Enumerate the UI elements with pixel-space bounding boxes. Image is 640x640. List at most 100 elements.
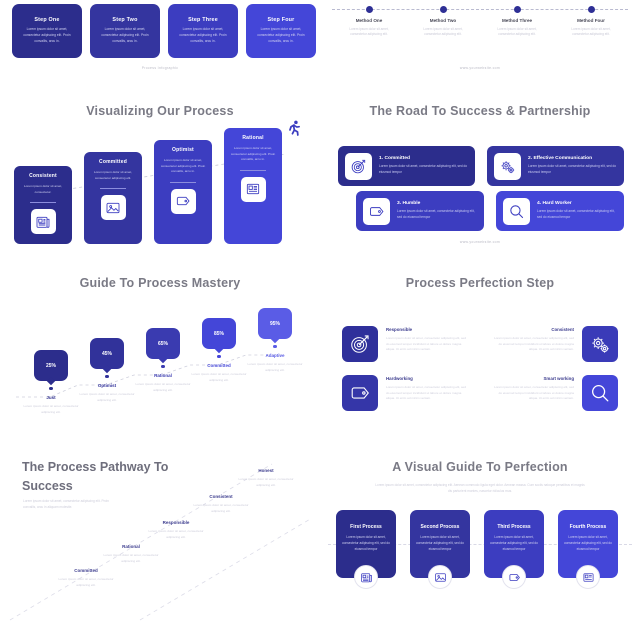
step-card-body: Lorem ipsum dolor sit amet, consectetur … <box>257 27 305 43</box>
tag-icon <box>170 188 196 214</box>
divider <box>30 202 56 204</box>
method-item[interactable]: Method One Lorem ipsum dolor sit amet, c… <box>332 0 406 38</box>
visualizing-card[interactable]: Rational Lorem ipsum dolor sit amet, con… <box>224 128 282 244</box>
pathway-node[interactable]: Honest Lorem ipsum dolor sit amet, conse… <box>236 468 296 489</box>
panel-title: The Road To Success & Partnership <box>369 104 591 118</box>
article-icon <box>240 176 266 202</box>
process-card-title: Fourth Process <box>569 524 607 530</box>
image-icon <box>428 565 452 589</box>
percent-bubble: 45% <box>90 338 124 369</box>
percent-node-body: Lorem ipsum dolor sit amet, consectetur … <box>135 382 191 393</box>
process-card-wrap: Third Process Lorem ipsum dolor sit amet… <box>484 510 544 589</box>
panel-visual-guide: A Visual Guide To Perfection Lorem ipsum… <box>320 440 640 640</box>
step-card[interactable]: Step Four Lorem ipsum dolor sit amet, co… <box>246 4 316 58</box>
panel-step-cards: Step One Lorem ipsum dolor sit amet, con… <box>0 0 320 90</box>
panel-title: The Process Pathway To Success <box>22 460 169 493</box>
percent-node[interactable]: 95% Adaptive Lorem ipsum dolor sit amet,… <box>246 308 304 374</box>
percent-node-body: Lorem ipsum dolor sit amet, consectetur … <box>247 362 303 373</box>
road-card-title: 3. Humble <box>397 201 421 207</box>
road-card[interactable]: 3. Humble Lorem ipsum dolor sit amet, co… <box>356 191 484 231</box>
road-card[interactable]: 4. Hard Worker Lorem ipsum dolor sit ame… <box>496 191 624 231</box>
process-card-body: Lorem ipsum dolor sit amet, consectetur … <box>564 535 612 551</box>
percent-node-body: Lorem ipsum dolor sit amet, consectetur … <box>23 404 79 415</box>
panel-title: Process Perfection Step <box>405 276 555 290</box>
visualizing-card[interactable]: Optimist Lorem ipsum dolor sit amet, con… <box>154 140 212 244</box>
percent-value: 65% <box>157 340 168 347</box>
perfection-item[interactable]: Consistent Lorem ipsum dolor sit amet, c… <box>490 326 618 362</box>
process-card-title: First Process <box>350 524 382 530</box>
process-card-body: Lorem ipsum dolor sit amet, consectetur … <box>342 535 390 551</box>
search-icon <box>503 197 530 225</box>
pathway-node-title: Responsible <box>162 520 190 525</box>
road-card-text: 4. Hard Worker Lorem ipsum dolor sit ame… <box>537 201 617 221</box>
percent-value: 85% <box>213 330 224 337</box>
percent-node-title: Optimist <box>97 383 117 389</box>
node-pin-icon <box>105 375 109 379</box>
method-title: Method Two <box>429 17 457 23</box>
percent-node[interactable]: 65% Rational Lorem ipsum dolor sit amet,… <box>134 328 192 394</box>
step-card-body: Lorem ipsum dolor sit amet, consectetur … <box>23 27 71 43</box>
visualizing-card[interactable]: Consistent Lorem ipsum dolor sit amet, c… <box>14 166 72 244</box>
road-card[interactable]: 1. Committed Lorem ipsum dolor sit amet,… <box>338 146 475 186</box>
pathway-node-title: Committed <box>74 568 98 573</box>
timeline-dot-icon <box>439 5 447 13</box>
pathway-node-body: Lorem ipsum dolor sit amet, consectetur … <box>238 477 294 487</box>
runner-icon <box>289 120 300 136</box>
process-card-body: Lorem ipsum dolor sit amet, consectetur … <box>490 535 538 551</box>
visualizing-card-body: Lorem ipsum dolor sit amet, consectetur … <box>230 146 276 162</box>
timeline-dot-icon <box>587 5 595 13</box>
pathway-node[interactable]: Committed Lorem ipsum dolor sit amet, co… <box>56 568 116 589</box>
pathway-node[interactable]: Rational Lorem ipsum dolor sit amet, con… <box>101 544 161 565</box>
perfection-item[interactable]: Responsible Lorem ipsum dolor sit amet, … <box>342 326 470 362</box>
step-card[interactable]: Step One Lorem ipsum dolor sit amet, con… <box>12 4 82 58</box>
process-card-title: Third Process <box>497 524 531 530</box>
road-card[interactable]: 2. Effective Communication Lorem ipsum d… <box>487 146 624 186</box>
percent-node[interactable]: 85% Committed Lorem ipsum dolor sit amet… <box>190 318 248 384</box>
visualizing-card-body: Lorem ipsum dolor sit amet, consectetur … <box>160 158 206 174</box>
pathway-node[interactable]: Responsible Lorem ipsum dolor sit amet, … <box>146 520 206 541</box>
method-list: Method One Lorem ipsum dolor sit amet, c… <box>332 0 628 38</box>
perfection-body: Lorem ipsum dolor sit amet, consectetur … <box>386 336 466 352</box>
perfection-item[interactable]: Hardworking Lorem ipsum dolor sit amet, … <box>342 375 470 411</box>
panel-title: Guide To Process Mastery <box>79 276 241 290</box>
step-card[interactable]: Step Three Lorem ipsum dolor sit amet, c… <box>168 4 238 58</box>
pathway-node-body: Lorem ipsum dolor sit amet, consectetur … <box>58 577 114 587</box>
perfection-body: Lorem ipsum dolor sit amet, consectetur … <box>494 336 574 352</box>
target-icon <box>345 152 372 180</box>
step-card-body: Lorem ipsum dolor sit amet, consectetur … <box>101 27 149 43</box>
percent-node[interactable]: 45% Optimist Lorem ipsum dolor sit amet,… <box>78 338 136 404</box>
road-card-body: Lorem ipsum dolor sit amet, consectetur … <box>397 209 475 219</box>
percent-node[interactable]: 25% Just Lorem ipsum dolor sit amet, con… <box>22 350 80 416</box>
step-card-title: Step Two <box>112 17 138 24</box>
tag-icon <box>363 197 390 225</box>
pathway-node[interactable]: Consistent Lorem ipsum dolor sit amet, c… <box>191 494 251 515</box>
target-icon <box>342 326 378 362</box>
perfection-item[interactable]: Smart working Lorem ipsum dolor sit amet… <box>490 375 618 411</box>
visualizing-card-title: Committed <box>99 159 127 165</box>
visualizing-card[interactable]: Committed Lorem ipsum dolor sit amet, co… <box>84 152 142 244</box>
method-item[interactable]: Method Three Lorem ipsum dolor sit amet,… <box>480 0 554 38</box>
percent-bubble: 85% <box>202 318 236 349</box>
road-card-text: 3. Humble Lorem ipsum dolor sit amet, co… <box>397 201 477 221</box>
percent-node-body: Lorem ipsum dolor sit amet, consectetur … <box>79 392 135 403</box>
newspaper-icon <box>354 565 378 589</box>
method-item[interactable]: Method Four Lorem ipsum dolor sit amet, … <box>554 0 628 38</box>
percent-node-stage: 25% Just Lorem ipsum dolor sit amet, con… <box>10 308 310 432</box>
step-card-list: Step One Lorem ipsum dolor sit amet, con… <box>12 4 316 58</box>
process-card-wrap: First Process Lorem ipsum dolor sit amet… <box>336 510 396 589</box>
method-item[interactable]: Method Two Lorem ipsum dolor sit amet, c… <box>406 0 480 38</box>
pathway-node-body: Lorem ipsum dolor sit amet, consectetur … <box>193 503 249 513</box>
perfection-text: Hardworking Lorem ipsum dolor sit amet, … <box>386 375 470 402</box>
step-card-title: Step One <box>34 17 60 24</box>
road-card-body: Lorem ipsum dolor sit amet, consectetur … <box>537 209 615 219</box>
perfection-row: Responsible Lorem ipsum dolor sit amet, … <box>342 326 618 362</box>
visualizing-card-body: Lorem ipsum dolor sit amet, consectetur. <box>23 184 63 194</box>
pathway-node-title: Consistent <box>209 494 233 499</box>
panel-subtitle: Lorem ipsum dolor sit amet, consectetur … <box>375 483 585 494</box>
visualizing-card-title: Optimist <box>172 147 194 153</box>
step-card[interactable]: Step Two Lorem ipsum dolor sit amet, con… <box>90 4 160 58</box>
node-pin-icon <box>49 387 53 391</box>
process-card-wrap: Second Process Lorem ipsum dolor sit ame… <box>410 510 470 589</box>
method-body: Lorem ipsum dolor sit amet, consectetur … <box>423 26 463 37</box>
step-card-body: Lorem ipsum dolor sit amet, consectetur … <box>179 27 227 43</box>
